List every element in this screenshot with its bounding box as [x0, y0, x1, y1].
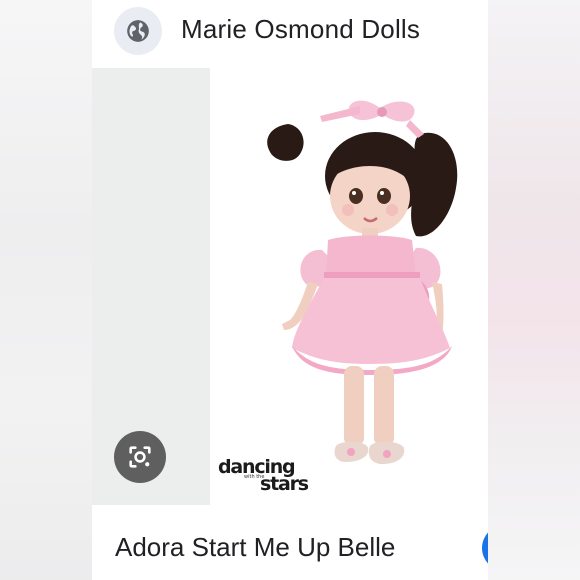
- site-name[interactable]: Marie Osmond Dolls: [181, 14, 420, 45]
- site-favicon: [114, 7, 162, 55]
- google-lens-icon: [129, 446, 151, 468]
- result-title[interactable]: Adora Start Me Up Belle: [115, 532, 395, 563]
- result-source-header[interactable]: Marie Osmond Dolls: [92, 0, 488, 68]
- doll-illustration: [267, 100, 458, 464]
- image-result-card[interactable]: Marie Osmond Dolls dancing with the star…: [92, 0, 488, 580]
- doll-hair-left-ponytail: [267, 124, 304, 161]
- google-lens-button[interactable]: [114, 431, 166, 483]
- product-image[interactable]: [210, 68, 488, 505]
- watermark-text-stars: stars: [260, 473, 309, 495]
- background-blur-left: [0, 0, 92, 580]
- action-button-partial[interactable]: [482, 525, 488, 571]
- background-blur-right: [488, 0, 580, 580]
- globe-icon: [127, 20, 149, 42]
